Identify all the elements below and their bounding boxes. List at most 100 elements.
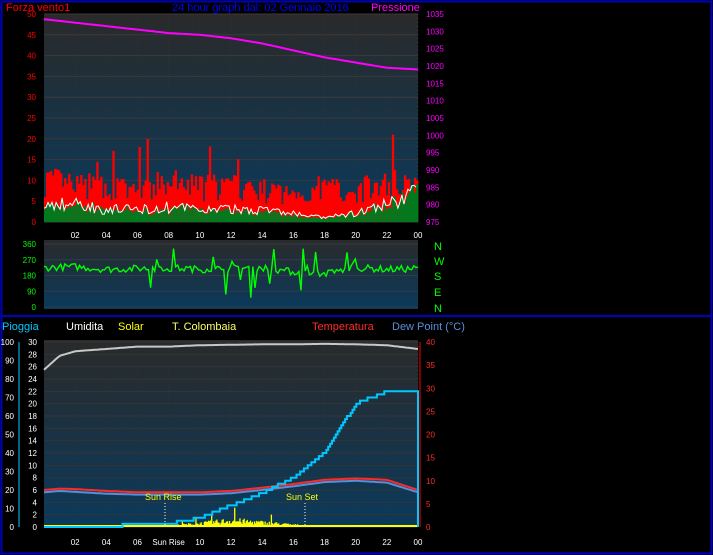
- wind-avg-bar: [222, 208, 226, 222]
- wind-avg-bar: [377, 206, 381, 222]
- wind-avg-bar: [385, 209, 389, 222]
- wind-avg-bar: [363, 215, 367, 222]
- wind-avg-bar: [194, 208, 198, 222]
- humidity-y-tick-label: 24: [28, 375, 37, 384]
- wind-y-tick-label: 5: [32, 197, 37, 206]
- wind-avg-bar: [253, 215, 256, 222]
- wind-avg-bar: [287, 214, 290, 222]
- wind-gust-bar: [321, 181, 324, 222]
- wind-avg-bar: [78, 203, 81, 222]
- wind-avg-bar: [120, 212, 123, 222]
- wind-avg-bar: [150, 214, 153, 222]
- wind-avg-bar: [327, 217, 330, 222]
- chart-title: 24 hour graph dal: 02 Gennaio 2016: [172, 2, 349, 14]
- wind-title: Forza vento1: [6, 2, 70, 14]
- wind-avg-bar: [84, 206, 87, 222]
- wind-avg-bar: [365, 211, 369, 222]
- wind-avg-bar: [281, 216, 284, 222]
- wind-avg-bar: [329, 216, 332, 222]
- legend-rain: Pioggia: [2, 321, 40, 333]
- wind-avg-bar: [94, 212, 97, 222]
- wind-avg-bar: [216, 211, 220, 222]
- wind-avg-bar: [297, 217, 300, 222]
- wind-avg-bar: [391, 197, 395, 222]
- wind-avg-bar: [174, 207, 178, 222]
- wind-avg-bar: [154, 211, 157, 222]
- temp-y-tick-label: 0: [426, 523, 431, 532]
- wind-avg-bar: [144, 207, 147, 222]
- pressure-y-tick-label: 1025: [426, 45, 444, 54]
- compass-n2-label: N: [434, 303, 442, 315]
- direction-y-tick-label: 0: [32, 303, 37, 312]
- wind-gust-bar: [138, 146, 141, 222]
- temp-x-tick-label: 16: [289, 538, 298, 547]
- wind-avg-bar: [188, 210, 192, 222]
- compass-n-label: N: [434, 241, 442, 253]
- wind-avg-bar: [293, 214, 296, 222]
- wind-avg-bar: [387, 207, 391, 222]
- wind-avg-bar: [291, 216, 294, 222]
- wind-avg-bar: [64, 209, 67, 222]
- wind-avg-bar: [407, 192, 411, 222]
- temp-x-tick-label: 14: [258, 538, 267, 547]
- wind-avg-bar: [301, 217, 304, 222]
- wind-avg-bar: [277, 211, 280, 222]
- wind-y-tick-label: 15: [27, 156, 36, 165]
- temp-x-tick-label: 18: [320, 538, 329, 547]
- temp-x-tick-label: 10: [195, 538, 204, 547]
- legend-dew-point: Dew Point (°C): [392, 321, 465, 333]
- humidity-y-tick-label: 6: [33, 486, 38, 495]
- wind-avg-bar: [349, 211, 352, 222]
- wind-y-tick-label: 30: [27, 93, 36, 102]
- wind-avg-bar: [309, 217, 312, 222]
- humidity-y-tick-label: 0: [33, 523, 38, 532]
- humidity-y-tick-label: 4: [33, 498, 38, 507]
- wind-avg-bar: [337, 215, 340, 222]
- pressure-y-tick-label: 1020: [426, 62, 444, 71]
- wind-avg-bar: [241, 213, 244, 222]
- wind-y-tick-label: 40: [27, 52, 36, 61]
- wind-x-tick-label: 02: [71, 231, 80, 240]
- pressure-y-tick-label: 1030: [426, 27, 444, 36]
- wind-y-tick-label: 0: [32, 218, 37, 227]
- humidity-y-tick-label: 28: [28, 350, 37, 359]
- direction-y-tick-label: 360: [23, 240, 37, 249]
- humidity-y-tick-label: 2: [33, 511, 38, 520]
- legend-solar: Solar: [118, 321, 144, 333]
- wind-avg-bar: [233, 214, 236, 222]
- wind-y-tick-label: 50: [27, 10, 36, 19]
- temp-x-tick-label: 20: [351, 538, 360, 547]
- wind-avg-bar: [196, 210, 200, 222]
- wind-avg-bar: [164, 209, 167, 222]
- wind-avg-bar: [299, 215, 302, 222]
- temp-x-tick-label: 02: [71, 538, 80, 547]
- legend-temperature: Temperatura: [312, 321, 375, 333]
- direction-plot-area: [44, 240, 418, 309]
- wind-avg-bar: [347, 214, 350, 222]
- humidity-y-tick-label: 26: [28, 363, 37, 372]
- rain-y-tick-label: 50: [5, 431, 14, 440]
- humidity-y-tick-label: 22: [28, 387, 37, 396]
- wind-avg-bar: [307, 218, 310, 222]
- wind-avg-bar: [339, 216, 342, 222]
- wind-avg-bar: [411, 185, 415, 222]
- wind-avg-bar: [202, 213, 206, 222]
- wind-avg-bar: [357, 215, 360, 222]
- temp-y-tick-label: 30: [426, 384, 435, 393]
- wind-avg-bar: [269, 212, 272, 222]
- temp-x-tick-label: 06: [133, 538, 142, 547]
- humidity-y-tick-label: 20: [28, 400, 37, 409]
- wind-avg-bar: [245, 209, 248, 222]
- rain-y-tick-label: 90: [5, 357, 14, 366]
- temp-y-tick-label: 25: [426, 407, 435, 416]
- wind-avg-bar: [369, 210, 373, 222]
- pressure-y-tick-label: 990: [426, 166, 440, 175]
- wind-avg-bar: [72, 206, 75, 222]
- humidity-y-tick-label: 8: [33, 474, 38, 483]
- wind-y-tick-label: 25: [27, 114, 36, 123]
- wind-x-tick-label: 14: [258, 231, 267, 240]
- humidity-y-tick-label: 12: [28, 449, 37, 458]
- temp-y-tick-label: 35: [426, 361, 435, 370]
- wind-avg-bar: [138, 212, 141, 222]
- wind-x-tick-label: 10: [195, 231, 204, 240]
